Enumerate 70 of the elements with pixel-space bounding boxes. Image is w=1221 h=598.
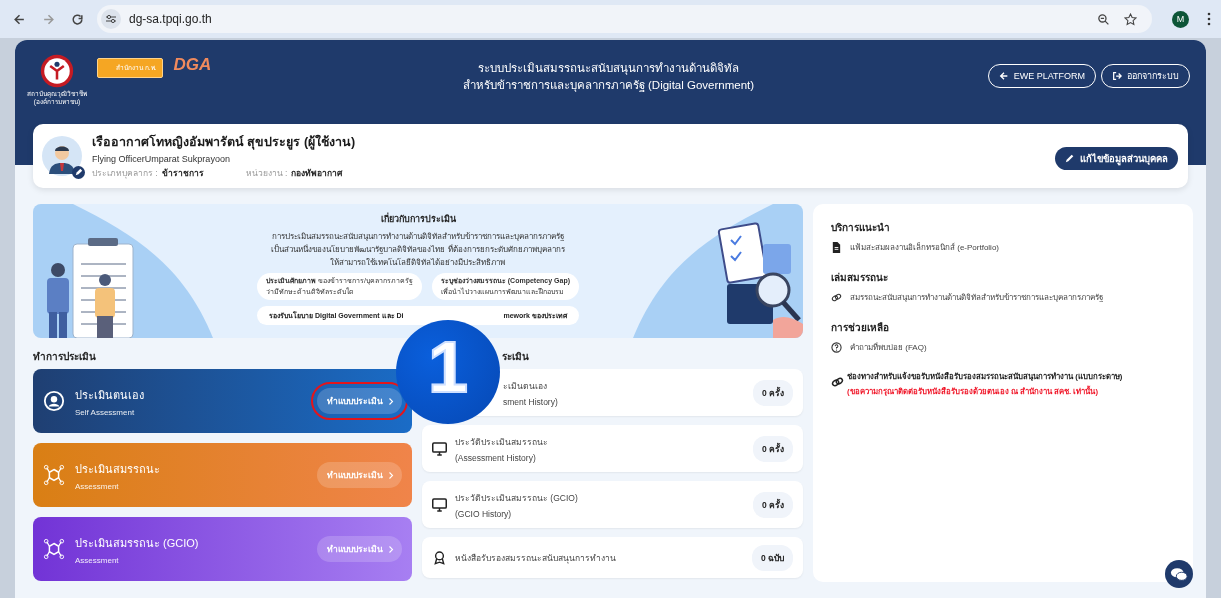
- banner-description: การประเมินสมรรถนะสนับสนุนการทำงานด้านดิจิทัลสำหรับข้าราชการและบุคลากรภาครัฐ เป็นส่วนหนึ่งของนโยบายพัฒนารัฐบาลดิจิทัลของไทย ที่ต้องการยกระดับศักยภาพบุคลากร ให้สามารถใช้เทคโนโลยีดิจิทัลได้อย่างมีประสิทธิภาพ: [271, 231, 565, 269]
- user-name-english: Flying OfficerUmparat Sukprayoon: [92, 154, 231, 164]
- history-label: ประวัติประเมินสมรรถนะ: [455, 435, 549, 449]
- user-name: เรืออากาศโทหญิงอัมพารัตน์ สุขประยูร (ผู้ใช้งาน): [92, 133, 357, 152]
- back-icon[interactable]: [13, 12, 26, 26]
- emblem-logo: [40, 54, 74, 88]
- edit-profile-button[interactable]: แก้ไขข้อมูลส่วนบุคคล: [1055, 146, 1178, 170]
- count-badge: 0 ฉบับ: [751, 544, 793, 571]
- count-badge: 0 ครั้ง: [752, 379, 793, 406]
- dga-logo: DGA: [173, 55, 212, 75]
- profile-avatar[interactable]: M: [1172, 10, 1189, 28]
- history-label: (GCIO History): [455, 508, 513, 519]
- side-link[interactable]: คำถามที่พบบ่อย (FAQ): [850, 341, 927, 354]
- history-label: หนังสือรับรองสมรรถนะสนับสนุนการทำงาน: [455, 551, 617, 565]
- menu-icon[interactable]: [1207, 12, 1211, 26]
- star-icon[interactable]: [1124, 12, 1137, 26]
- chat-button[interactable]: [1165, 560, 1193, 588]
- system-title: ระบบประเมินสมรรถนะสนับสนุนการทำงานด้านดิจิทัล: [478, 61, 739, 77]
- count-badge: 0 ครั้ง: [752, 491, 793, 518]
- user-circle-icon: [43, 390, 65, 412]
- card-title: ประเมินสมรรถนะ (GCIO): [75, 535, 200, 551]
- banner-title: เกี่ยวกับการประเมิน: [380, 212, 456, 226]
- history-label: ะเมินตนเอง: [503, 379, 548, 393]
- chevron-right-icon: [388, 470, 394, 480]
- monitor-icon: [432, 497, 447, 512]
- card-title: ประเมินสมรรถนะ: [75, 461, 161, 477]
- count-badge: 0 ครั้ง: [752, 435, 793, 462]
- chevron-right-icon: [388, 396, 394, 406]
- side-link[interactable]: แฟ้มสะสมผลงานอิเล็กทรอนิกส์ (e-Portfolio): [850, 241, 999, 254]
- history-item[interactable]: ประวัติประเมินสมรรถนะ (GCIO) (GCIO History) 0 ครั้ง: [422, 481, 803, 528]
- help-icon: [831, 342, 842, 353]
- card-title: ประเมินตนเอง: [75, 387, 145, 403]
- field-label: ประเภทบุคลากร :: [92, 167, 158, 180]
- history-item[interactable]: ประวัติประเมินสมรรถนะ (Assessment History) 0 ครั้ง: [422, 425, 803, 472]
- network-cube-icon: [43, 464, 65, 486]
- history-item[interactable]: หนังสือรับรองสมรรถนะสนับสนุนการทำงาน 0 ฉบับ: [422, 537, 803, 578]
- award-icon: [432, 550, 447, 565]
- site-settings-icon[interactable]: [101, 9, 121, 29]
- zoom-icon[interactable]: [1097, 12, 1110, 26]
- card-subtitle: Self Assessment: [75, 407, 136, 417]
- monitor-icon: [432, 441, 447, 456]
- chat-icon: [1170, 566, 1188, 582]
- system-title: สำหรับข้าราชการและบุคลากรภาครัฐ (Digital Government): [462, 77, 755, 94]
- card-subtitle: Assessment: [75, 481, 120, 491]
- side-section-title: บริการแนะนำ: [831, 221, 891, 235]
- document-icon: [831, 242, 842, 253]
- edit-avatar-icon[interactable]: [72, 166, 85, 179]
- pencil-icon: [1065, 153, 1075, 163]
- section-title: ระเมิน: [501, 350, 530, 362]
- side-section-title: การช่วยเหลือ: [831, 321, 890, 335]
- side-section-title: เล่มสมรรถนะ: [831, 271, 889, 285]
- logout-icon: [1112, 71, 1122, 81]
- field-value: ข้าราชการ: [161, 167, 204, 180]
- side-link[interactable]: สมรรถนะสนับสนุนการทำงานด้านดิจิทัลสำหรับข้าราชการและบุคลากรภาครัฐ: [850, 291, 1103, 304]
- field-value: กองทัพอากาศ: [291, 167, 343, 180]
- network-cube-icon: [43, 538, 65, 560]
- link-icon: [831, 292, 842, 303]
- url-text: dg-sa.tpqi.go.th: [129, 12, 212, 26]
- history-label: (Assessment History): [455, 452, 537, 463]
- field-label: หน่วยงาน :: [245, 167, 288, 180]
- arrow-left-icon: [998, 71, 1009, 81]
- user-avatar: [42, 136, 82, 176]
- history-label: ประวัติประเมินสมรรถนะ (GCIO): [455, 491, 579, 505]
- link-icon: [831, 376, 844, 388]
- chevron-right-icon: [388, 544, 394, 554]
- reload-icon[interactable]: [71, 12, 84, 26]
- card-subtitle: Assessment: [75, 555, 120, 565]
- section-title: ทำการประเมิน: [33, 350, 97, 362]
- history-label: sment History): [503, 396, 559, 407]
- address-bar[interactable]: dg-sa.tpqi.go.th: [97, 5, 1152, 33]
